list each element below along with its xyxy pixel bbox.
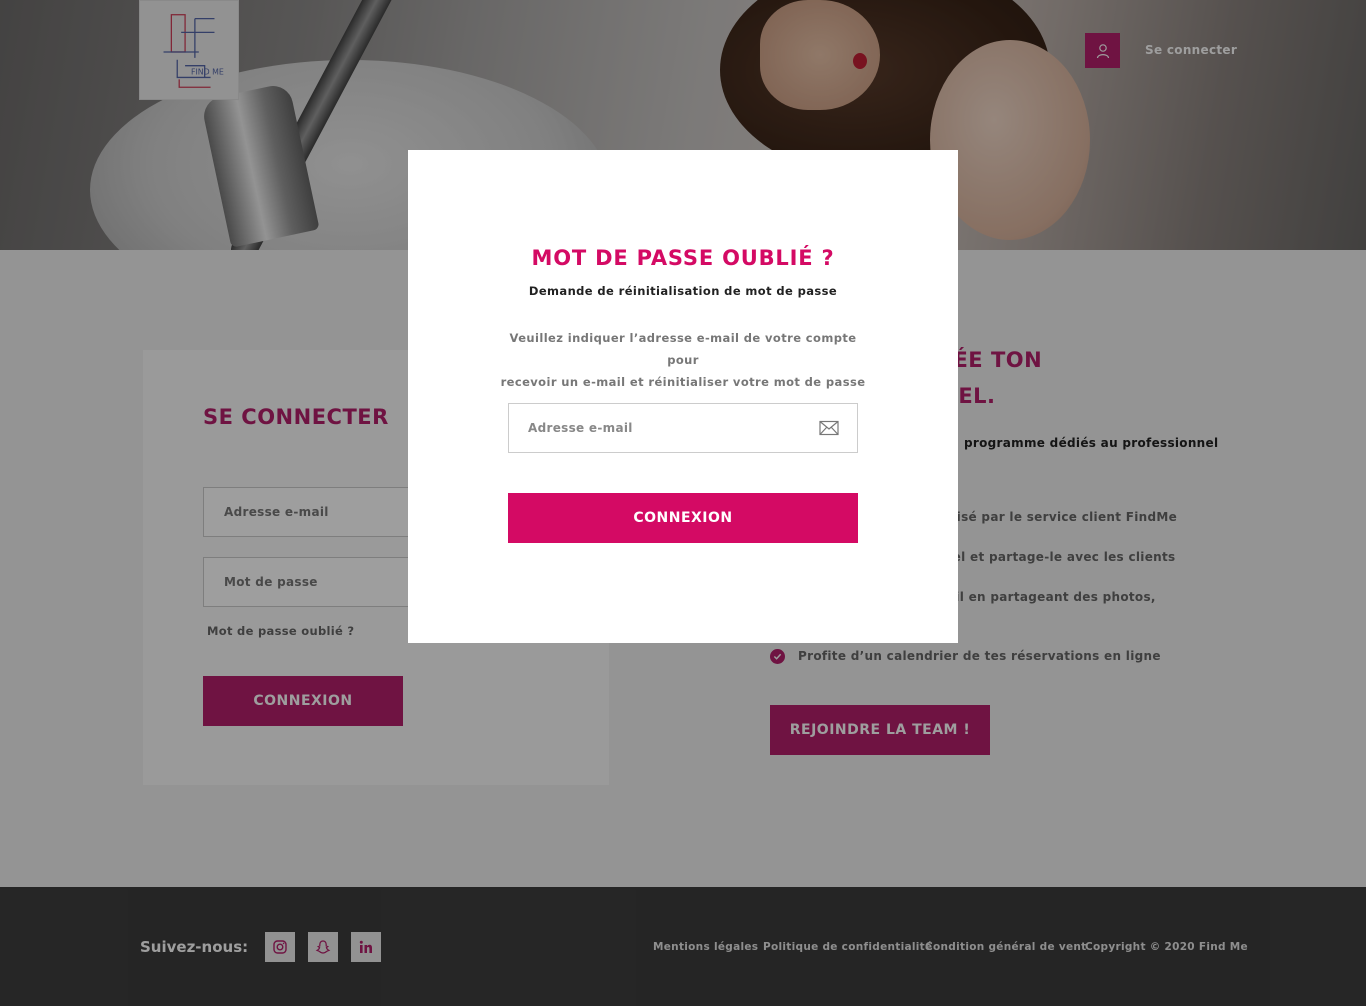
modal-description-line1: Veuillez indiquer l’adresse e-mail de vo… <box>509 331 857 367</box>
reset-email-field[interactable]: Adresse e-mail <box>508 403 858 453</box>
modal-description: Veuillez indiquer l’adresse e-mail de vo… <box>498 327 868 393</box>
modal-description-line2: recevoir un e-mail et réinitialiser votr… <box>500 375 866 389</box>
modal-subtitle: Demande de réinitialisation de mot de pa… <box>528 284 838 298</box>
reset-email-placeholder: Adresse e-mail <box>528 421 633 435</box>
mail-icon <box>819 420 839 436</box>
modal-title: MOT DE PASSE OUBLIÉ ? <box>531 246 835 270</box>
forgot-password-modal: MOT DE PASSE OUBLIÉ ? Demande de réiniti… <box>408 150 958 643</box>
reset-submit-button[interactable]: CONNEXION <box>508 493 858 543</box>
